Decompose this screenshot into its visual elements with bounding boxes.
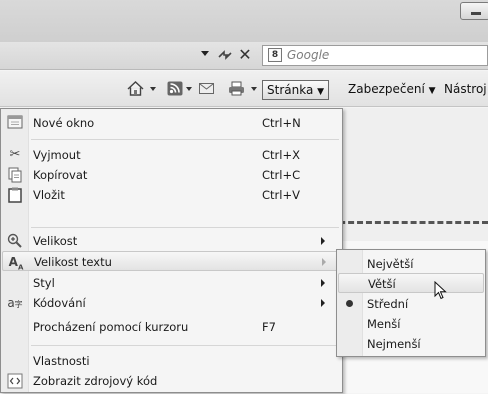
home-dropdown-icon[interactable] [150,87,156,91]
zoom-icon [6,233,24,249]
print-icon[interactable] [228,81,245,96]
menu-separator [31,139,339,140]
menu-item-paste[interactable]: Vložit Ctrl+V [2,185,342,205]
address-dropdown-icon[interactable] [201,51,209,56]
menu-item-label: Nové okno [33,116,95,130]
menu-item-label: Nejmenší [367,337,421,351]
menu-item-label: Vyjmout [33,148,81,162]
page-menu: Nové okno Ctrl+N ✂ Vyjmout Ctrl+X Kopíro… [0,108,343,393]
menu-item-encoding[interactable]: a字 Kódování [2,293,342,313]
menu-item-label: Největší [367,257,414,271]
menu-item-label: Kopírovat [33,168,88,182]
menu-item-label: Menší [367,317,401,331]
home-icon[interactable] [127,81,144,96]
page-menu-button[interactable]: Stránka ▼ [262,80,330,100]
text-size-icon: AA [8,255,24,272]
selected-radio-icon [346,300,353,307]
minimize-icon [471,12,481,15]
menu-item-view-source[interactable]: Zobrazit zdrojový kód [2,371,342,391]
new-window-icon [6,115,24,131]
minimize-button[interactable] [460,2,488,20]
menu-item-smaller[interactable]: Menší [338,314,484,334]
menu-item-label: Střední [367,297,409,311]
menu-item-smallest[interactable]: Nejmenší [338,334,484,354]
page-menu-label: Stránka [267,83,314,97]
command-bar: Stránka ▼ Zabezpečení ▼ Nástroj [0,71,488,107]
menu-item-label: Velikost [33,234,78,248]
security-menu-label: Zabezpečení [348,82,425,96]
print-dropdown-icon[interactable] [251,87,257,91]
menu-item-shortcut: F7 [262,320,276,334]
menu-item-zoom[interactable]: Velikost [2,231,342,251]
menu-item-properties[interactable]: Vlastnosti [2,351,342,371]
menu-item-shortcut: Ctrl+C [262,168,301,182]
menu-item-style[interactable]: Styl [2,273,342,293]
menu-item-label: Větší [368,277,396,291]
menu-item-shortcut: Ctrl+V [262,188,300,202]
tools-menu-button[interactable]: Nástroj [440,80,488,100]
feeds-icon[interactable] [166,81,183,96]
submenu-arrow-icon [322,258,326,266]
submenu-arrow-icon [321,279,325,287]
window-titlebar [0,0,488,42]
menu-item-label: Kódování [33,296,86,310]
menu-item-caret-browsing[interactable]: Procházení pomocí kurzoru F7 [2,317,342,337]
google-icon: 8 [268,48,282,62]
menu-item-text-size[interactable]: AA Velikost textu [2,251,342,271]
menu-item-largest[interactable]: Největší [338,254,484,274]
feeds-dropdown-icon[interactable] [186,87,192,91]
address-bar: ✕ 8 Google [0,42,488,70]
menu-item-shortcut: Ctrl+X [262,148,300,162]
encoding-icon: a字 [7,296,23,310]
menu-item-label: Zobrazit zdrojový kód [33,374,158,388]
menu-item-larger[interactable]: Větší [338,273,484,293]
paste-icon [6,187,24,203]
refresh-icon[interactable] [216,46,234,64]
submenu-arrow-icon [321,299,325,307]
menu-item-medium[interactable]: Střední [338,294,484,314]
tools-menu-label: Nástroj [444,82,487,96]
menu-separator [31,345,339,346]
text-size-submenu: Největší Větší Střední Menší Nejmenší [336,249,486,357]
chevron-down-icon: ▼ [317,87,325,97]
menu-item-label: Procházení pomocí kurzoru [33,320,189,334]
menu-item-label: Vložit [33,188,65,202]
menu-item-copy[interactable]: Kopírovat Ctrl+C [2,165,342,185]
menu-item-label: Velikost textu [34,255,112,269]
mail-icon[interactable] [198,81,215,96]
menu-item-cut[interactable]: ✂ Vyjmout Ctrl+X [2,145,342,165]
view-source-icon [6,373,24,389]
menu-item-new-window[interactable]: Nové okno Ctrl+N [2,113,342,133]
copy-icon [6,167,24,183]
menu-item-label: Vlastnosti [33,354,90,368]
menu-separator [31,227,339,228]
menu-item-label: Styl [33,276,55,290]
scissors-icon: ✂ [9,147,21,162]
search-input[interactable]: 8 Google [262,45,488,66]
menu-item-shortcut: Ctrl+N [262,116,301,130]
search-placeholder: Google [287,48,330,62]
security-menu-button[interactable]: Zabezpečení ▼ [344,80,440,100]
chevron-down-icon: ▼ [428,86,436,96]
stop-icon[interactable]: ✕ [236,46,254,64]
submenu-arrow-icon [321,237,325,245]
